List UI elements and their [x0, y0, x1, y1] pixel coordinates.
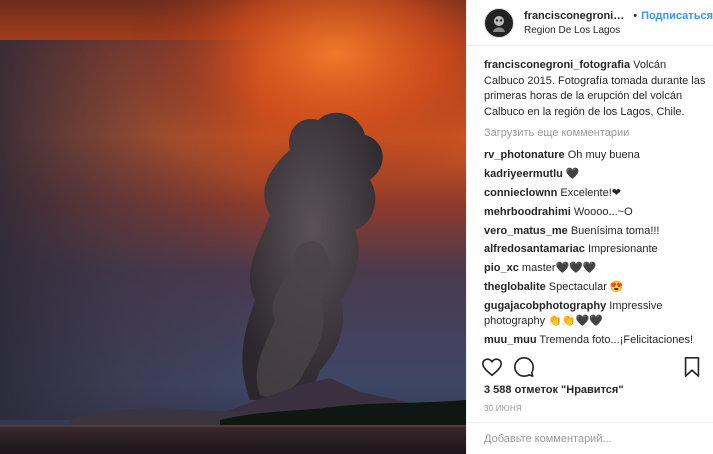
caption-username[interactable]: francisconegroni_fotografia — [484, 59, 630, 71]
comment-input[interactable] — [484, 432, 684, 445]
comment-text: Excelente!❤ — [557, 186, 621, 199]
comment-text: Oh muy buena — [564, 149, 640, 161]
comment-item: connieclownn Excelente!❤ — [484, 186, 707, 201]
comment-item: alfredosantamariac Impresionante — [484, 242, 707, 257]
post-caption: francisconegroni_fotografia Volcán Calbu… — [484, 58, 707, 120]
comment-text: 🖤 — [562, 167, 580, 180]
comment-item: theglobalite Spectacular 😍 — [484, 280, 707, 295]
comment-username[interactable]: gugajacobphotography — [484, 300, 606, 312]
comment-item: mehrboodrahimi Woooo...~O — [484, 205, 707, 220]
comment-text: Spectacular 😍 — [545, 281, 624, 294]
comment-item: gugajacobphotography Impressive photogra… — [484, 299, 707, 329]
post-location[interactable]: Region De Los Lagos — [524, 25, 713, 36]
instagram-post: francisconegroni_fo... • Подписаться Reg… — [0, 0, 713, 454]
comment-text: Woooo...~O — [570, 205, 633, 218]
comment-item: pio_xc master🖤🖤🖤 — [484, 261, 707, 276]
post-details-panel: francisconegroni_fo... • Подписаться Reg… — [466, 0, 713, 454]
post-photo[interactable] — [0, 0, 466, 454]
post-author-username[interactable]: francisconegroni_fo... — [524, 10, 629, 22]
comment-item: kadriyeermutlu 🖤 — [484, 167, 707, 182]
heart-icon[interactable] — [481, 356, 503, 378]
follow-button[interactable]: Подписаться — [641, 10, 713, 22]
comment-item: rv_photonature Oh muy buena — [484, 148, 707, 163]
comment-username[interactable]: kadriyeermutlu — [484, 168, 563, 180]
comment-text: master🖤🖤🖤 — [518, 262, 597, 275]
post-header: francisconegroni_fo... • Подписаться Reg… — [467, 0, 713, 46]
comment-text: Tremenda foto...¡Felicitaciones! — [536, 334, 694, 347]
comment-username[interactable]: rv_photonature — [484, 149, 565, 161]
comment-item: muu_muu Tremenda foto...¡Felicitaciones! — [484, 333, 707, 348]
comment-icon[interactable] — [513, 356, 535, 378]
comment-username[interactable]: theglobalite — [484, 281, 546, 293]
load-more-comments-button[interactable]: Загрузить еще комментарии — [484, 126, 707, 141]
comment-text: Impresionante — [584, 243, 658, 256]
avatar-icon — [493, 15, 505, 32]
comment-username[interactable]: muu_muu — [484, 334, 537, 346]
bookmark-icon[interactable] — [681, 356, 703, 378]
comment-username[interactable]: alfredosantamariac — [484, 243, 585, 255]
comment-username[interactable]: pio_xc — [484, 262, 519, 274]
add-comment-bar — [467, 422, 713, 454]
comment-username[interactable]: mehrboodrahimi — [484, 206, 571, 218]
post-date[interactable]: 30 июня — [484, 404, 522, 413]
comment-username[interactable]: connieclownn — [484, 187, 557, 199]
avatar[interactable] — [484, 7, 514, 38]
separator-dot: • — [633, 9, 638, 22]
header-text: francisconegroni_fo... • Подписаться Reg… — [524, 10, 713, 36]
post-actions — [481, 352, 703, 382]
comment-text: Buenísima toma!!! — [567, 224, 660, 237]
volcano-eruption-image — [0, 0, 466, 454]
comment-username[interactable]: vero_matus_me — [484, 225, 568, 237]
comment-item: vero_matus_me Buenísima toma!!! — [484, 224, 707, 239]
likes-count[interactable]: 3 588 отметок "Нравится" — [484, 384, 624, 396]
comments-list: francisconegroni_fotografia Volcán Calbu… — [484, 58, 707, 350]
